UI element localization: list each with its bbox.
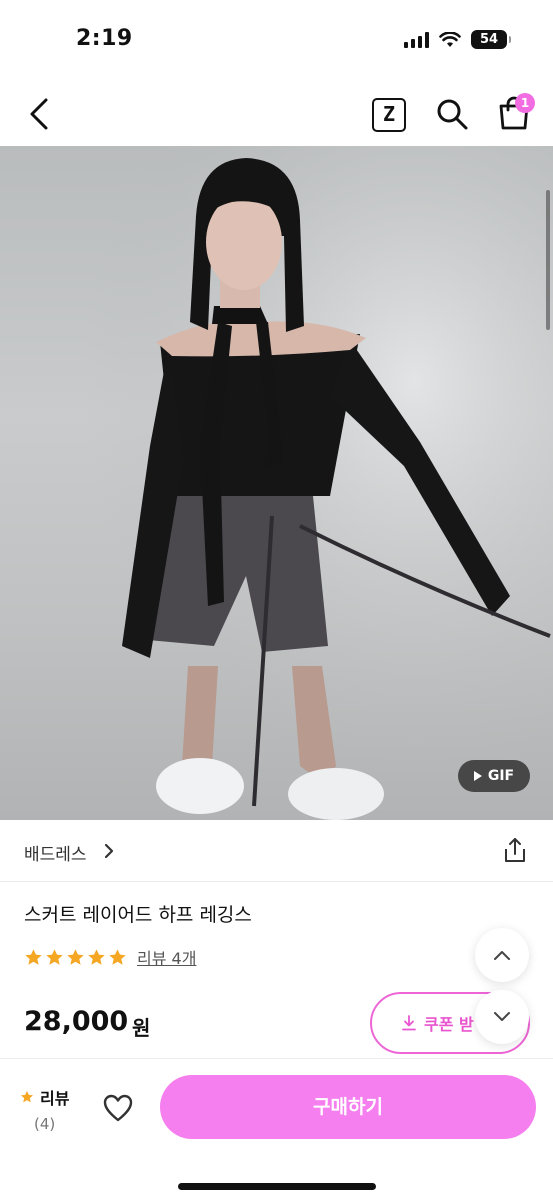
- chevron-down-icon: [494, 1012, 510, 1021]
- star-icon: [46, 948, 63, 965]
- rating-row: 리뷰 4개: [24, 946, 196, 968]
- shop-row: 배드레스: [0, 820, 553, 882]
- image-scroll-indicator: [546, 190, 550, 330]
- star-icon: [67, 948, 84, 965]
- nav-bar: Z: [0, 84, 553, 146]
- review-link[interactable]: 리뷰 4개: [137, 945, 196, 969]
- gif-badge[interactable]: GIF: [458, 760, 530, 792]
- status-icons: 54: [404, 30, 511, 49]
- heart-icon[interactable]: [102, 1093, 134, 1123]
- price-unit: 원: [132, 1016, 151, 1040]
- review-summary[interactable]: 리뷰 (4): [20, 1085, 84, 1133]
- price: 28,000: [24, 1006, 129, 1037]
- status-time: 2:19: [76, 26, 133, 51]
- download-icon: [402, 1015, 416, 1031]
- star-icon: [20, 1091, 34, 1103]
- z-icon[interactable]: Z: [372, 98, 406, 132]
- chevron-up-icon: [494, 951, 510, 960]
- product-photo: [0, 146, 553, 820]
- star-icon: [88, 948, 105, 965]
- product-title: 스커트 레이어드 하프 레깅스: [24, 904, 252, 926]
- gif-label: GIF: [487, 768, 515, 784]
- star-icon: [25, 948, 42, 965]
- star-icon: [109, 948, 126, 965]
- wifi-icon: [439, 31, 461, 47]
- status-bar: 2:19 54: [0, 0, 553, 84]
- search-icon[interactable]: [434, 96, 470, 132]
- review-summary-count: (4): [34, 1115, 56, 1133]
- signal-icon: [404, 31, 429, 48]
- home-indicator: [178, 1183, 376, 1190]
- play-icon: [473, 771, 482, 781]
- cart-badge: 1: [515, 93, 535, 113]
- rating-stars: [24, 948, 127, 967]
- chevron-right-icon[interactable]: [102, 842, 116, 860]
- coupon-label: 쿠폰 받: [424, 1015, 474, 1034]
- battery-icon: 54: [471, 30, 511, 49]
- review-summary-label: 리뷰: [40, 1089, 70, 1108]
- shop-name-link[interactable]: 배드레스: [24, 840, 87, 865]
- bottom-action-bar: 리뷰 (4) 구매하기: [0, 1058, 553, 1200]
- scroll-down-button[interactable]: [475, 990, 529, 1044]
- buy-button[interactable]: 구매하기: [160, 1075, 536, 1139]
- back-icon[interactable]: [22, 94, 58, 134]
- share-icon[interactable]: [502, 836, 528, 864]
- product-image[interactable]: GIF: [0, 146, 553, 820]
- scroll-up-button[interactable]: [475, 928, 529, 982]
